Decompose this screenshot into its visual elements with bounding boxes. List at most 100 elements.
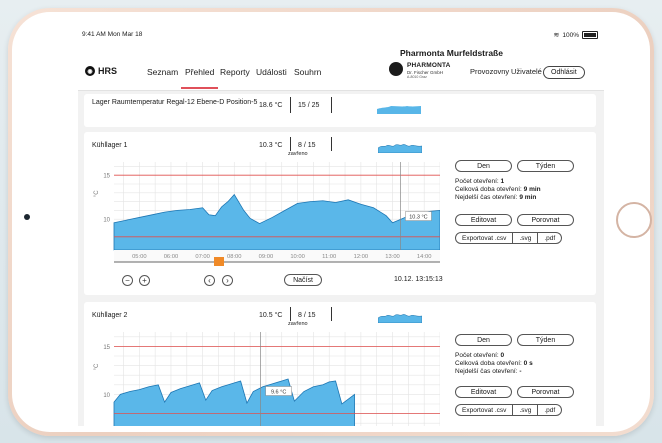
logout-button[interactable]: Odhlásit <box>543 66 585 79</box>
status-right: ≋ 100% <box>553 31 598 39</box>
company-name: Pharmonta Murfeldstraße <box>400 48 503 58</box>
sensor-count: 15 / 25 <box>298 102 320 109</box>
zoom-in-button[interactable]: + <box>139 275 150 286</box>
temperature-chart[interactable]: 10 15 °C 10.3 °C 05:00 06:00 07:00 08:00 09:00 10… <box>92 158 440 266</box>
total-value: 0 s <box>523 360 533 367</box>
export-pdf-button[interactable]: .pdf <box>537 405 561 415</box>
pharmacy-icon <box>389 62 403 76</box>
company-logo-small: A-8010 Graz <box>407 75 427 79</box>
separator <box>331 97 332 113</box>
edit-button[interactable]: Editovat <box>455 214 512 226</box>
compare-button[interactable]: Porovnat <box>517 386 574 398</box>
total-value: 9 min <box>523 186 541 193</box>
export-group: Exportovat .csv .svg .pdf <box>455 232 563 244</box>
export-svg-button[interactable]: .svg <box>512 233 537 243</box>
x-tick-label: 14:00 <box>417 254 432 260</box>
longest-value: - <box>519 368 522 375</box>
separator <box>331 307 332 321</box>
door-stats: Počet otevření: 0 Celková doba otevření:… <box>455 352 533 376</box>
x-tick-label: 12:00 <box>354 254 369 260</box>
total-label: Celková doba otevření: <box>455 360 522 367</box>
card-temp: 10.5 °C <box>259 312 283 319</box>
load-button[interactable]: Načíst <box>284 274 322 286</box>
week-button[interactable]: Týden <box>517 334 574 346</box>
nav-udalosti[interactable]: Události <box>256 67 287 77</box>
day-button[interactable]: Den <box>455 334 512 346</box>
week-button[interactable]: Týden <box>517 160 574 172</box>
export-pdf-button[interactable]: .pdf <box>537 233 561 243</box>
top-navigation: ◉ HRS Seznam Přehled Reporty Události So… <box>78 42 604 91</box>
openings-value: 0 <box>500 352 505 359</box>
logo-icon: ◉ <box>85 66 95 76</box>
temperature-chart[interactable]: 10 15 °C 9.6 °C <box>92 328 440 426</box>
card-temp: 10.3 °C <box>259 142 283 149</box>
sensor-row[interactable]: Lager Raumtemperatur Regal-12 Ebene-D Po… <box>84 94 596 127</box>
separator <box>290 97 291 113</box>
nav-souhrn[interactable]: Souhrn <box>294 67 321 77</box>
openings-label: Počet otevření: <box>455 352 499 359</box>
wifi-icon: ≋ <box>553 32 560 39</box>
battery-icon <box>582 31 598 39</box>
company-logo-name: PHARMONTA <box>407 62 451 69</box>
card-sparkline <box>378 314 422 323</box>
x-tick-label: 11:00 <box>322 254 336 260</box>
company-logo: PHARMONTA Dr. Fischer GmbH A-8010 Graz <box>389 62 459 80</box>
app-logo[interactable]: ◉ HRS <box>85 66 117 76</box>
separator <box>290 137 291 151</box>
openings-label: Počet otevření: <box>455 178 499 185</box>
separator <box>331 137 332 151</box>
app-screen: 9:41 AM Mon Mar 18 ≋ 100% ◉ HRS Seznam P… <box>78 28 604 426</box>
sensor-temp: 18.6 °C <box>259 102 283 109</box>
x-tick-label: 10:00 <box>290 254 305 260</box>
y-tick-label: 10 <box>103 218 110 224</box>
nav-prehled[interactable]: Přehled <box>180 67 219 89</box>
door-stats: Počet otevření: 1 Celková doba otevření:… <box>455 178 541 202</box>
y-tick-label: 15 <box>103 345 110 351</box>
battery-percent: 100% <box>562 31 579 39</box>
temperature-area <box>113 378 355 426</box>
export-csv-button[interactable]: Exportovat .csv <box>456 405 512 415</box>
x-tick-label: 08:00 <box>227 254 242 260</box>
edit-button[interactable]: Editovat <box>455 386 512 398</box>
card-title: Kühllager 2 <box>92 312 128 319</box>
compare-button[interactable]: Porovnat <box>517 214 574 226</box>
y-axis-label: °C <box>94 190 100 197</box>
zoom-out-button[interactable]: − <box>122 275 133 286</box>
y-tick-label: 10 <box>103 393 110 399</box>
y-tick-label: 15 <box>103 174 110 180</box>
door-status: zavřeno <box>288 321 308 327</box>
timestamp: 10.12. 13:15:13 <box>394 276 443 283</box>
card-title: Kühllager 1 <box>92 142 128 149</box>
nav-uzivatele[interactable]: Uživatelé <box>511 67 542 76</box>
nav-reporty[interactable]: Reporty <box>220 67 250 77</box>
sensor-card-kuhllager-1: Kühllager 1 10.3 °C zavřeno 8 / 15 10 15 °… <box>84 132 596 295</box>
x-tick-label: 06:00 <box>164 254 179 260</box>
longest-label: Nejdelší čas otevření: <box>455 194 518 201</box>
longest-value: 9 min <box>519 194 537 201</box>
total-label: Celková doba otevření: <box>455 186 522 193</box>
x-tick-label: 05:00 <box>132 254 147 260</box>
export-group: Exportovat .csv .svg .pdf <box>455 404 563 416</box>
door-open-marker <box>214 257 224 266</box>
sensor-card-kuhllager-2: Kühllager 2 10.5 °C zavřeno 8 / 15 10 15 °… <box>84 302 596 426</box>
prev-button[interactable]: ‹ <box>204 275 215 286</box>
door-status: zavřeno <box>288 151 308 157</box>
x-tick-label: 07:00 <box>195 254 210 260</box>
openings-value: 1 <box>500 178 505 185</box>
export-svg-button[interactable]: .svg <box>512 405 537 415</box>
annotation-label: 9.6 °C <box>271 389 286 395</box>
nav-seznam[interactable]: Seznam <box>147 67 178 77</box>
separator <box>290 307 291 321</box>
card-count: 8 / 15 <box>298 312 316 319</box>
camera-icon <box>24 214 30 220</box>
day-button[interactable]: Den <box>455 160 512 172</box>
x-tick-label: 09:00 <box>259 254 274 260</box>
home-button[interactable] <box>616 202 652 238</box>
y-axis-label: °C <box>94 363 100 370</box>
export-csv-button[interactable]: Exportovat .csv <box>456 233 512 243</box>
longest-label: Nejdelší čas otevření: <box>455 368 518 375</box>
sensor-sparkline <box>377 106 421 114</box>
next-button[interactable]: › <box>222 275 233 286</box>
nav-provozovny[interactable]: Provozovny <box>470 67 509 76</box>
status-time: 9:41 AM Mon Mar 18 <box>82 31 143 38</box>
